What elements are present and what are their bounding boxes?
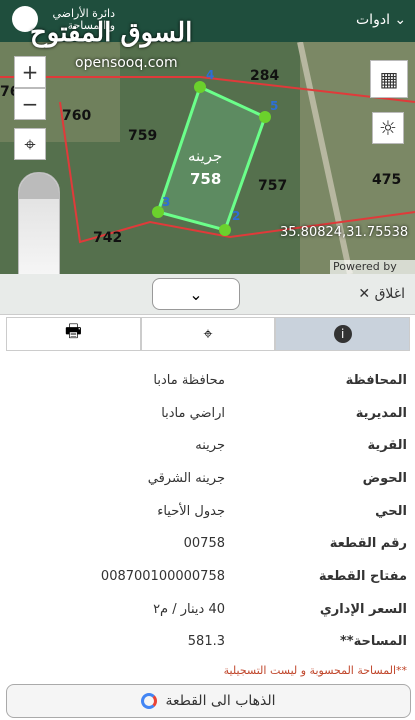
parcel-label: 760 bbox=[62, 108, 92, 124]
parcel-label: 757 bbox=[258, 178, 288, 194]
area-note: **المساحة المحسوبة و ليست التسجيلية bbox=[223, 664, 407, 677]
zoom-out-button[interactable]: − bbox=[14, 88, 46, 120]
vertex-label: 5 bbox=[270, 99, 279, 113]
field-key: المديرية bbox=[355, 406, 407, 421]
field-row: السعر الإداري 40 دينار / م٢ bbox=[0, 595, 415, 625]
tools-label: ادوات bbox=[356, 12, 390, 28]
info-icon: i bbox=[333, 325, 352, 343]
map-thumbnail-icon: ▦ bbox=[379, 67, 399, 91]
field-value: جرينه الشرقي bbox=[147, 471, 225, 486]
go-button-label: الذهاب الى القطعة bbox=[165, 693, 276, 709]
powered-by: Powered by Esri bbox=[330, 260, 415, 274]
field-row: المساحة** 581.3 bbox=[0, 627, 415, 657]
parcel-label: 284 bbox=[250, 68, 280, 84]
location-pin-icon: ⌖ bbox=[203, 324, 213, 343]
tab-info[interactable]: i bbox=[275, 317, 411, 351]
tools-menu[interactable]: ⌄ ادوات bbox=[356, 12, 406, 28]
field-key: القرية bbox=[367, 438, 407, 453]
google-icon bbox=[141, 693, 158, 709]
vertex-label: 4 bbox=[206, 68, 215, 82]
field-value: اراضي مادبا bbox=[161, 406, 225, 421]
zoom-in-button[interactable]: + bbox=[14, 56, 46, 88]
field-value: محافظة مادبا bbox=[153, 373, 225, 388]
parcel-number: 758 bbox=[190, 170, 222, 188]
close-button[interactable]: اغلاق ✕ bbox=[358, 286, 405, 302]
field-row: رقم القطعة 00758 bbox=[0, 529, 415, 559]
field-key: السعر الإداري bbox=[319, 602, 407, 617]
vertex-label: 3 bbox=[162, 195, 171, 209]
field-row: المديرية اراضي مادبا bbox=[0, 399, 415, 429]
field-key: الحوض bbox=[362, 471, 407, 486]
parcel-label: 475 bbox=[372, 172, 402, 188]
map-view[interactable]: 761 760 759 757 742 284 475 76 جرينه 758… bbox=[0, 42, 415, 274]
parcel-label: 759 bbox=[128, 128, 158, 144]
field-key: رقم القطعة bbox=[329, 536, 407, 551]
tab-location[interactable]: ⌖ bbox=[140, 317, 276, 351]
field-key: المحافظة bbox=[345, 373, 407, 388]
chevron-down-icon: ⌄ bbox=[394, 12, 407, 28]
field-value: جرينه bbox=[195, 438, 225, 453]
vertex-label: 2 bbox=[232, 209, 241, 223]
field-key: مفتاح القطعة bbox=[318, 569, 407, 584]
field-row: المحافظة محافظة مادبا bbox=[0, 366, 415, 396]
field-value: 00758 bbox=[183, 536, 225, 551]
close-icon: ✕ bbox=[358, 286, 371, 302]
parcel-label: 742 bbox=[93, 230, 123, 246]
panel-tabs: 🖶 ⌖ i bbox=[6, 317, 411, 351]
crosshair-icon: ⌖ bbox=[24, 132, 36, 156]
go-to-parcel-button[interactable]: الذهاب الى القطعة bbox=[6, 684, 411, 718]
chevron-down-icon: ⌄ bbox=[189, 284, 203, 304]
printer-icon: 🖶 bbox=[64, 321, 82, 342]
basemap-toggle-button[interactable]: ▦ bbox=[370, 60, 408, 98]
watermark: السوق المفتوح bbox=[30, 18, 193, 48]
coordinates: 35.80824,31.75538 bbox=[280, 225, 409, 240]
watermark-url: opensooq.com bbox=[75, 55, 178, 71]
field-row: الحي جدول الأحياء bbox=[0, 497, 415, 527]
collapse-toggle-button[interactable]: ⌄ bbox=[152, 278, 240, 310]
field-row: الحوض جرينه الشرقي bbox=[0, 464, 415, 494]
volume-slider-handle[interactable] bbox=[19, 173, 59, 199]
tab-print[interactable]: 🖶 bbox=[6, 317, 141, 351]
field-value: 40 دينار / م٢ bbox=[153, 602, 225, 617]
field-row: مفتاح القطعة 008700100000758 bbox=[0, 562, 415, 592]
parcel-name: جرينه bbox=[188, 147, 223, 165]
field-value: 008700100000758 bbox=[100, 569, 225, 584]
field-key: المساحة** bbox=[339, 634, 407, 649]
brightness-button[interactable]: ☼ bbox=[372, 112, 404, 144]
field-value: 581.3 bbox=[187, 634, 225, 649]
close-label: اغلاق bbox=[374, 286, 405, 302]
field-value: جدول الأحياء bbox=[157, 504, 225, 519]
field-key: الحي bbox=[375, 504, 407, 519]
panel-header: ⌄ اغلاق ✕ bbox=[0, 274, 415, 315]
field-row: القرية جرينه bbox=[0, 431, 415, 461]
locate-button[interactable]: ⌖ bbox=[14, 128, 46, 160]
sun-icon: ☼ bbox=[379, 116, 397, 140]
